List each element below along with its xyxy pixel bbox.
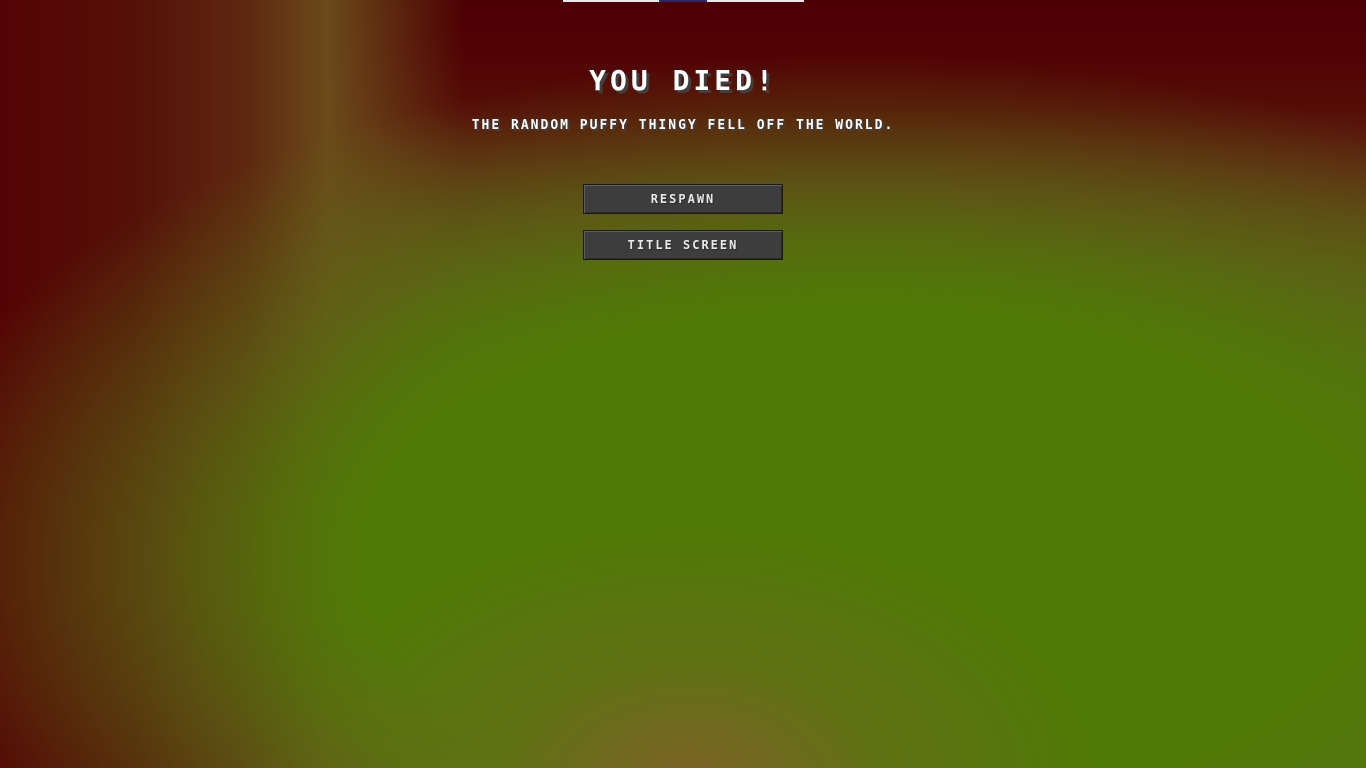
top-progress-bar — [563, 0, 804, 2]
game-world-background — [0, 0, 1366, 768]
death-message: The random puffy thingy fell off the wor… — [471, 118, 895, 133]
top-progress-bar-segment — [659, 0, 707, 2]
title-screen-button[interactable]: Title Screen — [583, 230, 783, 260]
death-title: You Died! — [589, 64, 777, 97]
respawn-button[interactable]: Respawn — [583, 184, 783, 214]
